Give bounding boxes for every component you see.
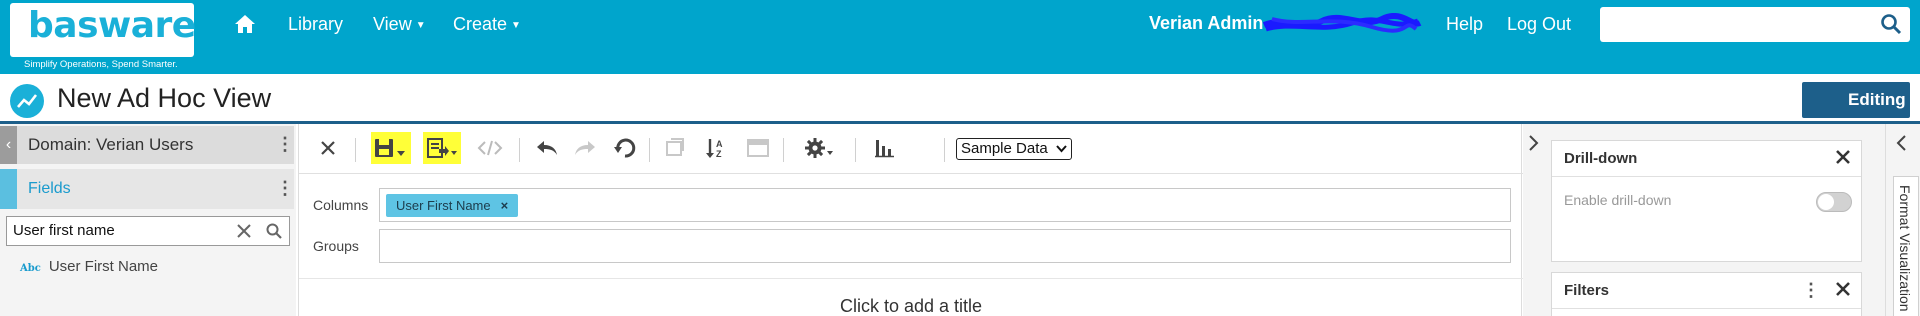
- logo[interactable]: basware: [10, 3, 196, 57]
- fields-header[interactable]: Fields ⋮: [0, 169, 294, 209]
- close-icon[interactable]: [1834, 148, 1852, 166]
- drill-down-title: Drill-down: [1564, 150, 1638, 167]
- logo-text: basware: [28, 5, 196, 46]
- text-type-icon: Abc: [20, 263, 41, 274]
- adhoc-view-icon: [10, 84, 44, 118]
- view-title-placeholder[interactable]: Click to add a title: [299, 296, 1523, 316]
- field-list-item[interactable]: Abc User First Name: [20, 258, 158, 275]
- search-icon[interactable]: [265, 222, 283, 240]
- page-title: New Ad Hoc View: [57, 83, 272, 113]
- fields-accent: [0, 169, 17, 209]
- search-icon[interactable]: [1880, 13, 1902, 35]
- field-label: User First Name: [48, 258, 159, 275]
- top-bar: basware Simplify Operations, Spend Smart…: [0, 0, 1920, 74]
- chevron-left-icon[interactable]: [1895, 134, 1909, 152]
- tab-format-visualization[interactable]: Format Visualization: [1893, 176, 1919, 316]
- chevron-down-icon: ▼: [511, 20, 521, 31]
- nav-library-label: Library: [288, 14, 344, 34]
- filters-menu-icon[interactable]: ⋮: [1802, 281, 1820, 299]
- groups-label: Groups: [313, 238, 359, 254]
- filters-header: Filters ⋮: [1552, 273, 1861, 309]
- close-icon[interactable]: [1834, 280, 1852, 298]
- column-field-pill[interactable]: User First Name ×: [386, 194, 519, 217]
- clear-search-icon[interactable]: [235, 222, 253, 240]
- undo-all-icon[interactable]: [611, 132, 639, 164]
- redaction-scribble: [1262, 13, 1422, 33]
- data-mode-select[interactable]: Sample Data: [956, 138, 1072, 160]
- redo-icon[interactable]: [571, 132, 599, 164]
- save-icon[interactable]: [371, 132, 411, 164]
- chart-type-icon[interactable]: [871, 132, 899, 164]
- chevron-down-icon: [1056, 145, 1067, 153]
- tab-format-visualization-label: Format Visualization: [1897, 185, 1913, 312]
- svg-text:Z: Z: [716, 149, 722, 159]
- help-link[interactable]: Help: [1446, 14, 1483, 35]
- switch-group-icon[interactable]: [661, 132, 689, 164]
- toolbar-separator: [944, 138, 945, 162]
- logo-tagline: Simplify Operations, Spend Smarter.: [24, 59, 178, 70]
- drill-down-card: Drill-down Enable drill-down: [1551, 140, 1862, 262]
- export-icon[interactable]: [423, 132, 461, 164]
- editing-mode-button[interactable]: Editing▼: [1802, 82, 1920, 118]
- nav-create-label: Create: [453, 14, 508, 34]
- nav-create-menu[interactable]: Create ▼: [453, 14, 521, 35]
- filters-title: Filters: [1564, 282, 1610, 299]
- groups-drop-zone[interactable]: [379, 229, 1511, 263]
- designer-canvas: A Z Sample Data Columns User First Name …: [298, 124, 1523, 316]
- remove-field-icon[interactable]: ×: [501, 198, 509, 213]
- nav-library[interactable]: Library: [288, 14, 343, 35]
- collapse-panel-icon[interactable]: ‹: [0, 126, 17, 164]
- title-bar: New Ad Hoc View Editing▼: [0, 74, 1920, 124]
- drill-down-header: Drill-down: [1552, 141, 1861, 177]
- nav-view-menu[interactable]: View ▼: [373, 14, 426, 35]
- drill-down-toggle[interactable]: [1816, 192, 1852, 212]
- data-source-panel: ‹ Domain: Verian Users ⋮ Fields ⋮ User f…: [0, 124, 296, 316]
- settings-icon[interactable]: [801, 132, 837, 164]
- svg-text:A: A: [716, 139, 723, 149]
- global-search-input[interactable]: [1600, 7, 1910, 42]
- domain-header: ‹ Domain: Verian Users ⋮: [0, 126, 294, 164]
- toolbar-separator: [649, 138, 650, 162]
- code-icon[interactable]: [475, 132, 505, 164]
- chevron-down-icon: ▼: [415, 20, 426, 31]
- designer-toolbar: A Z Sample Data: [299, 124, 1523, 174]
- toggle-knob: [1818, 194, 1834, 210]
- home-icon[interactable]: [233, 13, 257, 35]
- logout-link[interactable]: Log Out: [1507, 14, 1571, 35]
- enable-drill-down-label: Enable drill-down: [1564, 192, 1672, 208]
- table-view-icon[interactable]: [743, 132, 773, 164]
- domain-label: Domain: Verian Users: [28, 135, 194, 154]
- chevron-right-icon[interactable]: [1526, 134, 1540, 152]
- columns-label: Columns: [313, 197, 369, 213]
- undo-icon[interactable]: [533, 132, 561, 164]
- toolbar-separator: [519, 138, 520, 162]
- fields-menu-icon[interactable]: ⋮: [276, 179, 294, 197]
- nav-view-label: View: [373, 14, 412, 34]
- sort-icon[interactable]: A Z: [703, 132, 731, 164]
- columns-drop-zone[interactable]: User First Name ×: [379, 188, 1511, 222]
- field-search-value: User first name: [13, 222, 115, 239]
- toolbar-separator: [855, 138, 856, 162]
- data-mode-value: Sample Data: [961, 140, 1048, 157]
- toolbar-separator: [783, 138, 784, 162]
- column-field-label: User First Name: [396, 198, 491, 213]
- user-name[interactable]: Verian Admin -: [1149, 13, 1274, 34]
- filters-card: Filters ⋮: [1551, 272, 1862, 316]
- fields-label: Fields: [28, 180, 71, 197]
- divider: [299, 278, 1523, 279]
- editing-mode-label: Editing: [1848, 90, 1906, 109]
- field-search-input[interactable]: User first name: [6, 216, 290, 246]
- toolbar-separator: [355, 138, 356, 162]
- domain-menu-icon[interactable]: ⋮: [276, 135, 294, 153]
- close-icon[interactable]: [315, 132, 341, 164]
